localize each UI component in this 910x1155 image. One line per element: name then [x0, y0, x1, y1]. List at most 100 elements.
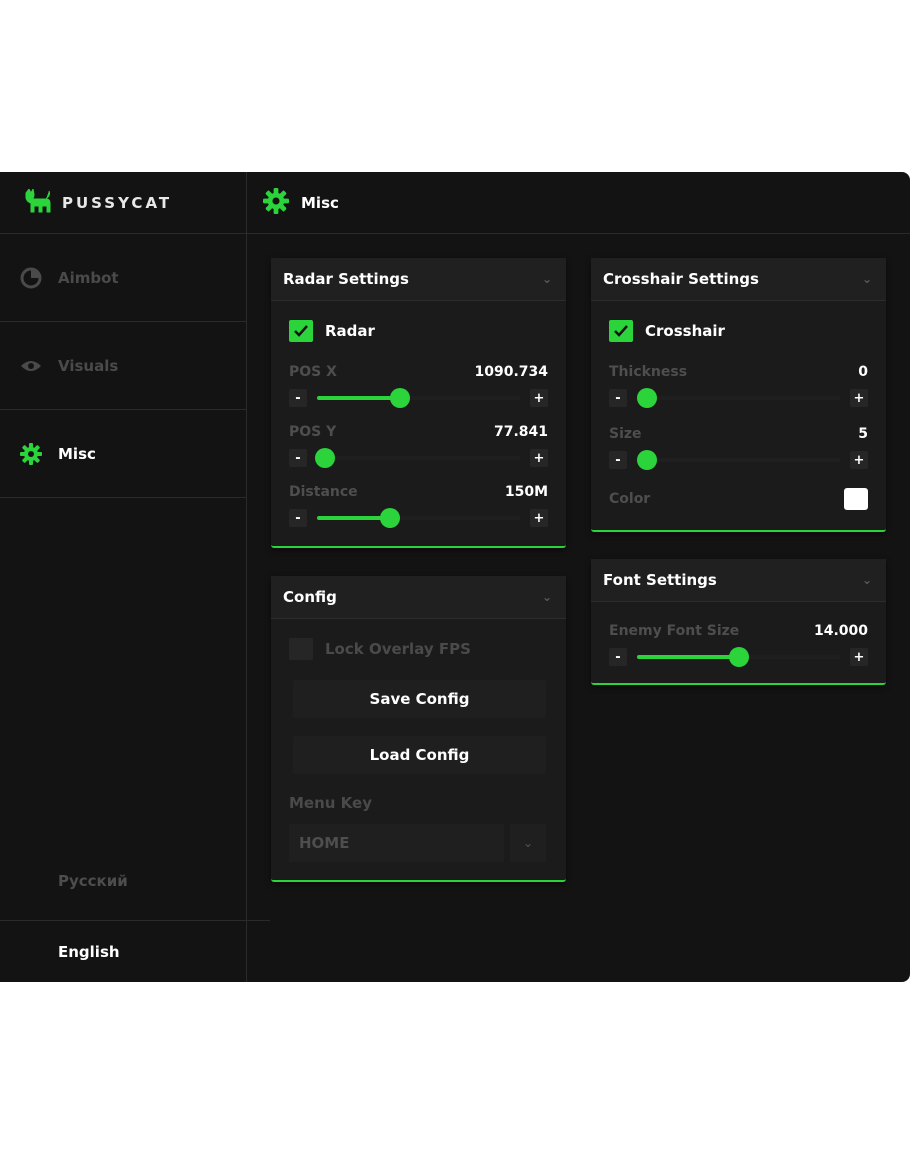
app-window: PUSSYCAT Aimbot Visuals Misc Русский Eng…: [0, 172, 910, 982]
enemy-font-size-value: 14.000: [813, 623, 868, 639]
size-slider-row: - +: [609, 450, 868, 470]
menu-key-label: Menu Key: [289, 794, 372, 812]
enemy-font-size-increment-button[interactable]: +: [850, 648, 868, 666]
thickness-slider-row: - +: [609, 388, 868, 408]
gear-icon: [263, 187, 289, 218]
font-settings-panel: Font Settings ⌄ Enemy Font Size 14.000 -…: [591, 559, 886, 685]
logo: PUSSYCAT: [0, 172, 246, 234]
save-config-button[interactable]: Save Config: [293, 680, 546, 718]
language-english[interactable]: English: [0, 920, 270, 982]
pos-y-value: 77.841: [493, 424, 548, 440]
chevron-down-icon[interactable]: ⌄: [510, 824, 546, 862]
crosshair-checkbox[interactable]: [609, 320, 633, 342]
slider-knob[interactable]: [380, 508, 401, 528]
size-decrement-button[interactable]: -: [609, 451, 627, 469]
thickness-decrement-button[interactable]: -: [609, 389, 627, 407]
crosshair-toggle[interactable]: Crosshair: [609, 320, 868, 342]
radar-checkbox[interactable]: [289, 320, 313, 342]
panel-title: Config: [283, 588, 337, 606]
thickness-slider[interactable]: [637, 388, 840, 408]
pos-y-decrement-button[interactable]: -: [289, 449, 307, 467]
sidebar: PUSSYCAT Aimbot Visuals Misc Русский Eng…: [0, 172, 270, 982]
distance-increment-button[interactable]: +: [530, 509, 548, 527]
enemy-font-size-decrement-button[interactable]: -: [609, 648, 627, 666]
lock-fps-toggle[interactable]: Lock Overlay FPS: [289, 638, 548, 660]
radar-toggle[interactable]: Radar: [289, 320, 548, 342]
distance-label-row: Distance 150M: [289, 484, 548, 500]
size-label: Size: [609, 426, 642, 442]
pos-x-decrement-button[interactable]: -: [289, 389, 307, 407]
distance-decrement-button[interactable]: -: [289, 509, 307, 527]
chevron-down-icon[interactable]: ⌄: [862, 272, 872, 286]
radar-settings-header[interactable]: Radar Settings ⌄: [271, 258, 566, 301]
pos-y-slider-row: - +: [289, 448, 548, 468]
panel-title: Radar Settings: [283, 270, 409, 288]
size-slider[interactable]: [637, 450, 840, 470]
aimbot-icon: [20, 267, 42, 289]
slider-knob[interactable]: [315, 448, 336, 468]
radar-settings-panel: Radar Settings ⌄ Radar POS X 1090.734 - …: [271, 258, 566, 548]
slider-fill: [317, 396, 401, 400]
pos-x-label-row: POS X 1090.734: [289, 364, 548, 380]
chevron-down-icon[interactable]: ⌄: [542, 590, 552, 604]
thickness-value: 0: [858, 364, 868, 380]
slider-knob[interactable]: [728, 647, 749, 667]
load-config-button[interactable]: Load Config: [293, 736, 546, 774]
enemy-font-size-label: Enemy Font Size: [609, 623, 740, 639]
sidebar-item-label: Aimbot: [58, 268, 119, 287]
pos-y-increment-button[interactable]: +: [530, 449, 548, 467]
distance-slider-row: - +: [289, 508, 548, 528]
chevron-down-icon[interactable]: ⌄: [542, 272, 552, 286]
slider-knob[interactable]: [390, 388, 411, 408]
language-russian[interactable]: Русский: [0, 872, 270, 890]
radar-toggle-label: Radar: [325, 322, 375, 340]
config-header[interactable]: Config ⌄: [271, 576, 566, 619]
sidebar-item-visuals[interactable]: Visuals: [0, 322, 246, 410]
color-swatch[interactable]: [844, 488, 868, 510]
slider-knob[interactable]: [637, 388, 657, 408]
size-value: 5: [858, 426, 868, 442]
pos-x-value: 1090.734: [474, 364, 548, 380]
color-label: Color: [609, 491, 651, 507]
gear-icon: [20, 442, 42, 465]
pos-x-slider-row: - +: [289, 388, 548, 408]
crosshair-toggle-label: Crosshair: [645, 322, 725, 340]
pos-y-slider[interactable]: [315, 448, 520, 468]
font-settings-header[interactable]: Font Settings ⌄: [591, 559, 886, 602]
thickness-label-row: Thickness 0: [609, 364, 868, 380]
pos-x-label: POS X: [289, 364, 337, 380]
size-label-row: Size 5: [609, 426, 868, 442]
page-header: Misc: [247, 172, 910, 234]
logo-text: PUSSYCAT: [62, 193, 173, 212]
crosshair-settings-header[interactable]: Crosshair Settings ⌄: [591, 258, 886, 301]
pos-x-increment-button[interactable]: +: [530, 389, 548, 407]
menu-key-select[interactable]: HOME ⌄: [289, 824, 546, 862]
sidebar-item-aimbot[interactable]: Aimbot: [0, 234, 246, 322]
distance-slider[interactable]: [317, 508, 520, 528]
enemy-font-size-label-row: Enemy Font Size 14.000: [609, 623, 868, 639]
thickness-increment-button[interactable]: +: [850, 389, 868, 407]
sidebar-item-label: Visuals: [58, 356, 119, 375]
sidebar-item-label: Misc: [58, 444, 96, 463]
enemy-font-size-slider[interactable]: [637, 647, 840, 667]
crosshair-settings-panel: Crosshair Settings ⌄ Crosshair Thickness…: [591, 258, 886, 532]
panel-title: Crosshair Settings: [603, 270, 759, 288]
slider-knob[interactable]: [637, 450, 657, 470]
menu-key-value[interactable]: HOME: [289, 824, 504, 862]
pos-y-label: POS Y: [289, 424, 337, 440]
panel-title: Font Settings: [603, 571, 717, 589]
lock-fps-label: Lock Overlay FPS: [325, 640, 471, 658]
thickness-label: Thickness: [609, 364, 688, 380]
pos-y-label-row: POS Y 77.841: [289, 424, 548, 440]
cat-logo-icon: [24, 186, 52, 217]
distance-label: Distance: [289, 484, 358, 500]
eye-icon: [20, 355, 42, 377]
slider-fill: [637, 655, 739, 659]
pos-x-slider[interactable]: [317, 388, 520, 408]
lock-fps-checkbox[interactable]: [289, 638, 313, 660]
enemy-font-size-slider-row: - +: [609, 647, 868, 667]
size-increment-button[interactable]: +: [850, 451, 868, 469]
distance-value: 150M: [504, 484, 548, 500]
chevron-down-icon[interactable]: ⌄: [862, 573, 872, 587]
sidebar-item-misc[interactable]: Misc: [0, 410, 246, 498]
